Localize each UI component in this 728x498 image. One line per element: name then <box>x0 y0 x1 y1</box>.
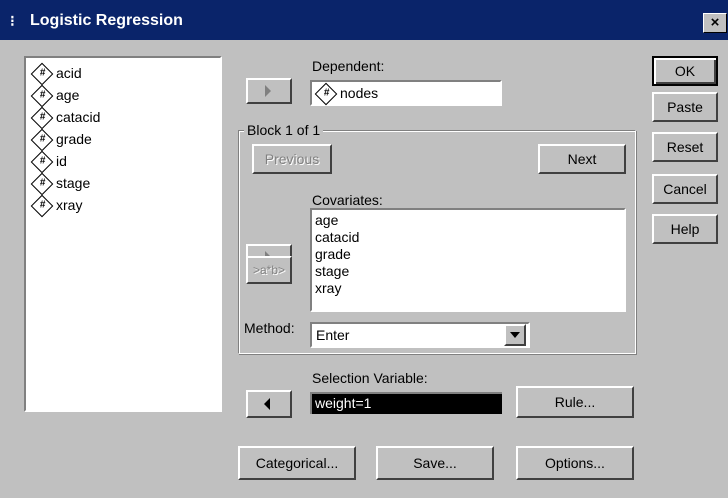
list-item: # nodes <box>314 82 378 106</box>
list-item[interactable]: xray <box>315 280 341 297</box>
close-button[interactable]: × <box>703 13 727 33</box>
list-item[interactable]: # catacid <box>30 106 100 130</box>
reset-button[interactable]: Reset <box>652 132 718 162</box>
numeric-variable-icon: # <box>30 106 54 130</box>
dropdown-button[interactable] <box>504 324 526 346</box>
list-item[interactable]: # grade <box>30 128 92 152</box>
chevron-down-icon <box>510 332 520 338</box>
arrow-left-icon <box>264 398 270 410</box>
method-value: Enter <box>316 327 350 343</box>
list-item[interactable]: catacid <box>315 229 359 246</box>
help-button[interactable]: Help <box>652 214 718 244</box>
method-select[interactable]: Enter <box>310 322 530 348</box>
interaction-button[interactable]: >a*b> <box>246 256 292 284</box>
app-icon: ⁝ <box>10 13 15 30</box>
rule-button[interactable]: Rule... <box>516 386 634 418</box>
covariates-list[interactable]: age catacid grade stage xray <box>310 208 626 312</box>
selection-move-button[interactable] <box>246 390 292 418</box>
selection-label: Selection Variable: <box>312 370 428 386</box>
block-label: Block 1 of 1 <box>244 122 324 138</box>
selection-field[interactable]: weight=1 <box>310 392 502 414</box>
numeric-variable-icon: # <box>30 172 54 196</box>
numeric-variable-icon: # <box>30 194 54 218</box>
numeric-variable-icon: # <box>30 128 54 152</box>
list-item[interactable]: # id <box>30 150 67 174</box>
numeric-variable-icon: # <box>30 150 54 174</box>
list-item[interactable]: # stage <box>30 172 90 196</box>
list-item[interactable]: # age <box>30 84 79 108</box>
numeric-variable-icon: # <box>30 84 54 108</box>
list-item[interactable]: # acid <box>30 62 82 86</box>
list-item[interactable]: # xray <box>30 194 82 218</box>
dependent-move-button[interactable] <box>246 78 292 104</box>
cancel-button[interactable]: Cancel <box>652 174 718 204</box>
categorical-button[interactable]: Categorical... <box>238 446 356 480</box>
save-button[interactable]: Save... <box>376 446 494 480</box>
selection-value: weight=1 <box>315 395 372 411</box>
ok-button[interactable]: OK <box>652 56 718 86</box>
options-button[interactable]: Options... <box>516 446 634 480</box>
numeric-variable-icon: # <box>314 82 338 106</box>
variable-list[interactable]: # acid # age # catacid # grade # id # stage # x… <box>24 56 222 412</box>
covariates-label: Covariates: <box>312 192 383 208</box>
arrow-right-icon <box>265 85 271 97</box>
list-item[interactable]: grade <box>315 246 351 263</box>
list-item[interactable]: age <box>315 212 338 229</box>
method-label: Method: <box>244 320 295 336</box>
numeric-variable-icon: # <box>30 62 54 86</box>
dependent-label: Dependent: <box>312 58 385 74</box>
next-button[interactable]: Next <box>538 144 626 174</box>
previous-button[interactable]: Previous <box>252 144 332 174</box>
window-title: Logistic Regression <box>30 12 183 29</box>
dependent-field[interactable]: # nodes <box>310 80 502 106</box>
list-item[interactable]: stage <box>315 263 349 280</box>
paste-button[interactable]: Paste <box>652 92 718 122</box>
